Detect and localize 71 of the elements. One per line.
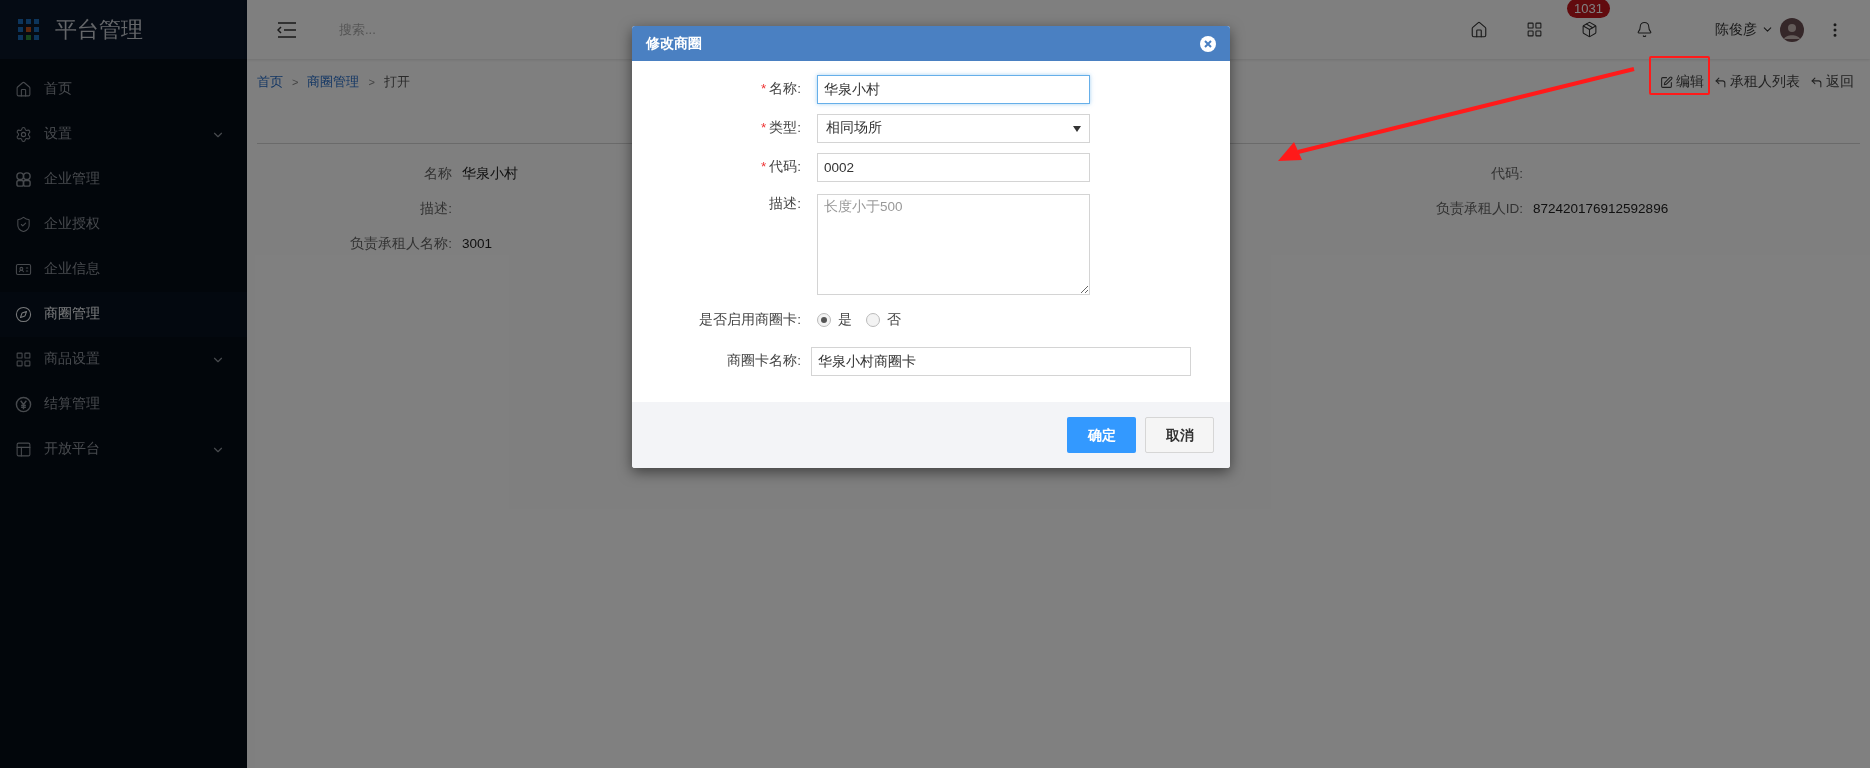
panel-icon — [15, 441, 32, 458]
return-arrow-icon — [1714, 75, 1727, 89]
detail-label: 名称 — [423, 165, 452, 183]
text-field[interactable]: 华泉小村 — [817, 75, 1090, 104]
radio-option[interactable]: 否 — [866, 309, 901, 331]
home-icon — [15, 81, 32, 98]
close-icon[interactable] — [1200, 35, 1216, 52]
text-field[interactable]: 0002 — [817, 153, 1090, 182]
detail-label: 代码: — [1490, 165, 1523, 183]
description-field[interactable]: 长度小于500 — [817, 194, 1090, 295]
sidebar-item[interactable]: 商品设置 — [0, 337, 247, 382]
breadcrumb-separator: > — [367, 74, 376, 90]
action-link[interactable]: 编辑 — [1660, 71, 1704, 93]
notification-badge: 1031 — [1567, 0, 1610, 18]
required-mark: * — [760, 158, 767, 177]
detail-label: 描述: — [419, 200, 452, 218]
action-link[interactable]: 返回 — [1810, 71, 1854, 93]
sidebar-item[interactable]: 企业管理 — [0, 157, 247, 202]
sidebar-item[interactable]: 开放平台 — [0, 427, 247, 472]
menu-fold-icon[interactable] — [277, 21, 297, 38]
sidebar-item[interactable]: 企业信息 — [0, 247, 247, 292]
circles-icon — [15, 171, 32, 188]
brand-title: 平台管理 — [55, 16, 143, 44]
detail-value: 华泉小村 — [462, 165, 518, 183]
bell-icon[interactable] — [1636, 21, 1653, 38]
sidebar-item[interactable]: 首页 — [0, 67, 247, 112]
confirm-button[interactable]: 确定 — [1067, 417, 1136, 453]
radio-option[interactable]: 是 — [817, 309, 852, 331]
text-field[interactable]: 华泉小村商圈卡 — [811, 347, 1191, 376]
field-label: 类型: — [769, 119, 801, 138]
required-mark: * — [760, 119, 767, 138]
detail-value: 872420176912592896 — [1533, 200, 1670, 218]
breadcrumb-separator: > — [291, 74, 300, 90]
yen-coin-icon — [15, 396, 32, 413]
breadcrumb-link[interactable]: 商圈管理 — [307, 72, 360, 92]
detail-label: 负责承租人名称: — [349, 235, 452, 253]
avatar[interactable] — [1780, 17, 1804, 42]
field-label: 代码: — [769, 158, 801, 177]
field-label: 名称: — [769, 80, 801, 99]
sidebar-item[interactable]: 结算管理 — [0, 382, 247, 427]
radio-button[interactable] — [866, 313, 880, 327]
user-menu[interactable]: 陈俊彦 — [1715, 19, 1774, 40]
breadcrumb-link[interactable]: 首页 — [257, 72, 283, 92]
sidebar-item[interactable]: 商圈管理 — [0, 292, 247, 337]
id-card-icon — [15, 261, 32, 278]
return-arrow-icon — [1810, 75, 1823, 89]
sidebar-item[interactable]: 企业授权 — [0, 202, 247, 247]
grid-icon[interactable] — [1526, 21, 1543, 38]
type-select[interactable]: 相同场所 — [817, 114, 1090, 143]
shield-check-icon — [15, 216, 32, 233]
edit-icon — [1660, 75, 1673, 89]
detail-label: 负责承租人ID: — [1434, 200, 1523, 218]
breadcrumb-current: 打开 — [383, 73, 410, 91]
compass-icon — [15, 306, 32, 323]
field-label: 描述: — [769, 195, 801, 213]
detail-value: 3001 — [462, 235, 493, 253]
dropdown-arrow-icon — [1073, 125, 1081, 132]
field-label: 是否启用商圈卡: — [699, 310, 801, 329]
logo-icon — [18, 19, 39, 40]
highlight-box — [1649, 56, 1710, 95]
required-mark: * — [760, 80, 767, 99]
field-label: 商圈卡名称: — [727, 352, 801, 371]
action-link[interactable]: 承租人列表 — [1714, 71, 1800, 93]
radio-button[interactable] — [817, 313, 831, 327]
grid-icon — [15, 351, 32, 368]
home-icon[interactable] — [1470, 20, 1488, 39]
cancel-button[interactable]: 取消 — [1145, 417, 1214, 453]
box-icon[interactable] — [1581, 21, 1598, 38]
sidebar-item[interactable]: 设置 — [0, 112, 247, 157]
settings-icon — [15, 126, 32, 143]
dialog-title: 修改商圈 — [646, 34, 703, 53]
